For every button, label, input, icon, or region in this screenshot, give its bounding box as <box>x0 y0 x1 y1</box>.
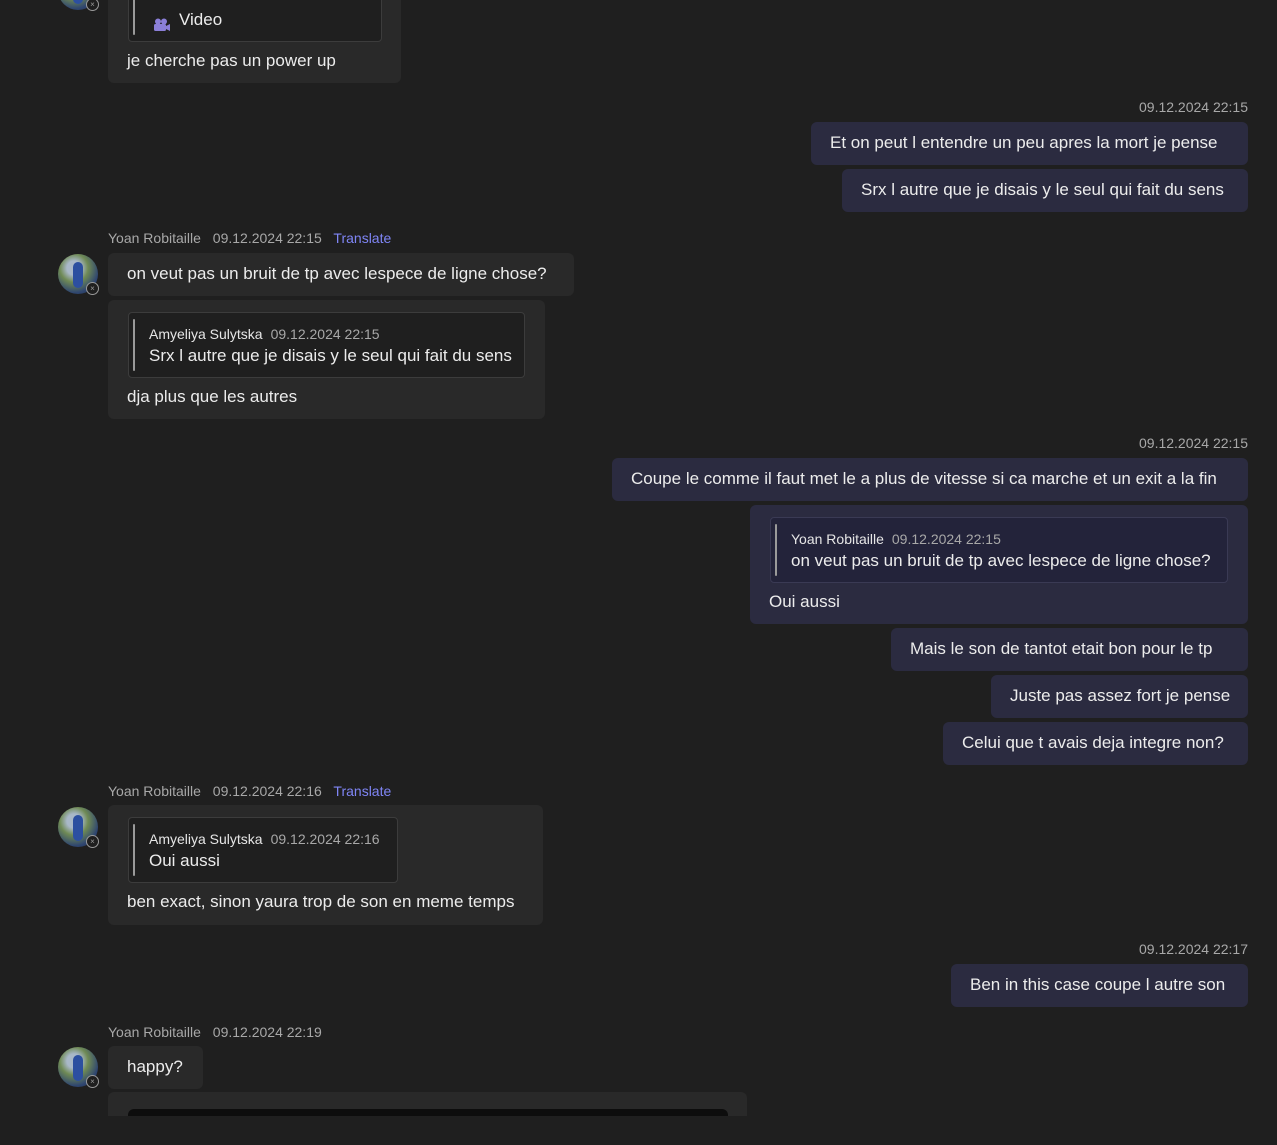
message-timestamp: 09.12.2024 22:15 <box>1139 435 1248 451</box>
avatar-figure <box>73 1055 83 1081</box>
quoted-message[interactable]: Amyeliya Sulytska 09.12.2024 22:15 Srx l … <box>128 312 525 378</box>
avatar[interactable]: × <box>58 1047 99 1088</box>
quote-sender: Amyeliya Sulytska <box>149 831 263 847</box>
message-timestamp: 09.12.2024 22:15 <box>212 230 322 246</box>
message-bubble-incoming[interactable]: Amyeliya Sulytska 09.12.2024 22:15 Srx l … <box>108 300 545 419</box>
quote-text: Oui aussi <box>149 851 220 870</box>
sender-name: Yoan Robitaille <box>108 1024 201 1040</box>
quote-bar <box>133 0 135 35</box>
message-bubble-outgoing[interactable]: Mais le son de tantot etait bon pour le … <box>891 628 1248 671</box>
translate-link[interactable]: Translate <box>333 783 391 799</box>
message-bubble-incoming[interactable]: Amyeliya Sulytska 09.12.2024 22:16 Oui au… <box>108 805 543 925</box>
quoted-message[interactable]: Yoan Robitaille 09.12.2024 22:15 on veut … <box>770 517 1228 583</box>
message-bubble-outgoing[interactable]: Juste pas assez fort je pense <box>991 675 1248 718</box>
message-text: Oui aussi <box>769 592 840 611</box>
message-text: Mais le son de tantot etait bon pour le … <box>910 639 1213 658</box>
quote-sender: Yoan Robitaille <box>791 531 884 547</box>
message-timestamp: 09.12.2024 22:19 <box>212 1024 322 1040</box>
quoted-message[interactable]: Video <box>128 0 382 42</box>
avatar[interactable]: × <box>58 254 99 295</box>
sender-name: Yoan Robitaille <box>108 783 201 799</box>
message-header: Yoan Robitaille 09.12.2024 22:19 <box>108 1024 330 1040</box>
message-bubble-outgoing[interactable]: Coupe le comme il faut met le a plus de … <box>612 458 1248 501</box>
message-timestamp: 09.12.2024 22:17 <box>1139 941 1248 957</box>
message-text: Celui que t avais deja integre non? <box>962 733 1224 752</box>
sender-name: Yoan Robitaille <box>108 230 201 246</box>
quote-bar <box>775 524 777 576</box>
translate-link[interactable]: Translate <box>333 230 391 246</box>
message-bubble-outgoing[interactable]: Srx l autre que je disais y le seul qui … <box>842 169 1248 212</box>
avatar-figure <box>73 262 83 288</box>
quote-header: Amyeliya Sulytska 09.12.2024 22:16 <box>149 828 380 850</box>
message-text: je cherche pas un power up <box>127 51 336 70</box>
message-text: Et on peut l entendre un peu apres la mo… <box>830 133 1218 152</box>
message-bubble-outgoing[interactable]: Yoan Robitaille 09.12.2024 22:15 on veut … <box>750 505 1248 624</box>
offline-status-icon: × <box>86 0 99 11</box>
message-text: dja plus que les autres <box>127 387 298 406</box>
message-timestamp: 09.12.2024 22:16 <box>212 783 322 799</box>
message-bubble-outgoing[interactable]: Celui que t avais deja integre non? <box>943 722 1248 765</box>
quote-bar <box>133 824 135 876</box>
message-text: Ben in this case coupe l autre son <box>970 975 1226 994</box>
message-bubble-outgoing[interactable]: Et on peut l entendre un peu apres la mo… <box>811 122 1248 165</box>
message-bubble-incoming[interactable]: happy? <box>108 1046 203 1089</box>
message-text: Juste pas assez fort je pense <box>1010 686 1231 705</box>
message-text: Srx l autre que je disais y le seul qui … <box>861 180 1224 199</box>
quote-text: Srx l autre que je disais y le seul qui … <box>149 346 512 365</box>
offline-status-icon: × <box>86 282 99 295</box>
message-text: Coupe le comme il faut met le a plus de … <box>631 469 1217 488</box>
quote-text: Video <box>179 10 223 29</box>
quote-header: Yoan Robitaille 09.12.2024 22:15 <box>791 528 1001 550</box>
message-header: Yoan Robitaille 09.12.2024 22:15 Transla… <box>108 230 399 246</box>
video-icon <box>153 15 170 31</box>
quoted-message[interactable]: Amyeliya Sulytska 09.12.2024 22:16 Oui au… <box>128 817 398 883</box>
message-timestamp: 09.12.2024 22:15 <box>1139 99 1248 115</box>
avatar[interactable]: × <box>58 0 99 11</box>
quote-text: on veut pas un bruit de tp avec lespece … <box>791 551 1211 570</box>
quote-header: Amyeliya Sulytska 09.12.2024 22:15 <box>149 323 380 345</box>
quote-timestamp: 09.12.2024 22:16 <box>270 831 380 847</box>
message-text: ben exact, sinon yaura trop de son en me… <box>127 892 515 911</box>
offline-status-icon: × <box>86 1075 99 1088</box>
quote-sender: Amyeliya Sulytska <box>149 326 263 342</box>
message-bubble-incoming[interactable] <box>108 1092 747 1116</box>
avatar-figure <box>73 815 83 841</box>
media-attachment[interactable] <box>128 1109 728 1116</box>
quote-bar <box>133 319 135 371</box>
message-text: happy? <box>127 1057 183 1076</box>
message-bubble-outgoing[interactable]: Ben in this case coupe l autre son <box>951 964 1248 1007</box>
message-bubble-incoming[interactable]: Video je cherche pas un power up <box>108 0 401 83</box>
quote-timestamp: 09.12.2024 22:15 <box>891 531 1001 547</box>
message-bubble-incoming[interactable]: on veut pas un bruit de tp avec lespece … <box>108 253 574 296</box>
message-header: Yoan Robitaille 09.12.2024 22:16 Transla… <box>108 783 399 799</box>
message-text: on veut pas un bruit de tp avec lespece … <box>127 264 547 283</box>
offline-status-icon: × <box>86 835 99 848</box>
avatar[interactable]: × <box>58 807 99 848</box>
quote-timestamp: 09.12.2024 22:15 <box>270 326 380 342</box>
